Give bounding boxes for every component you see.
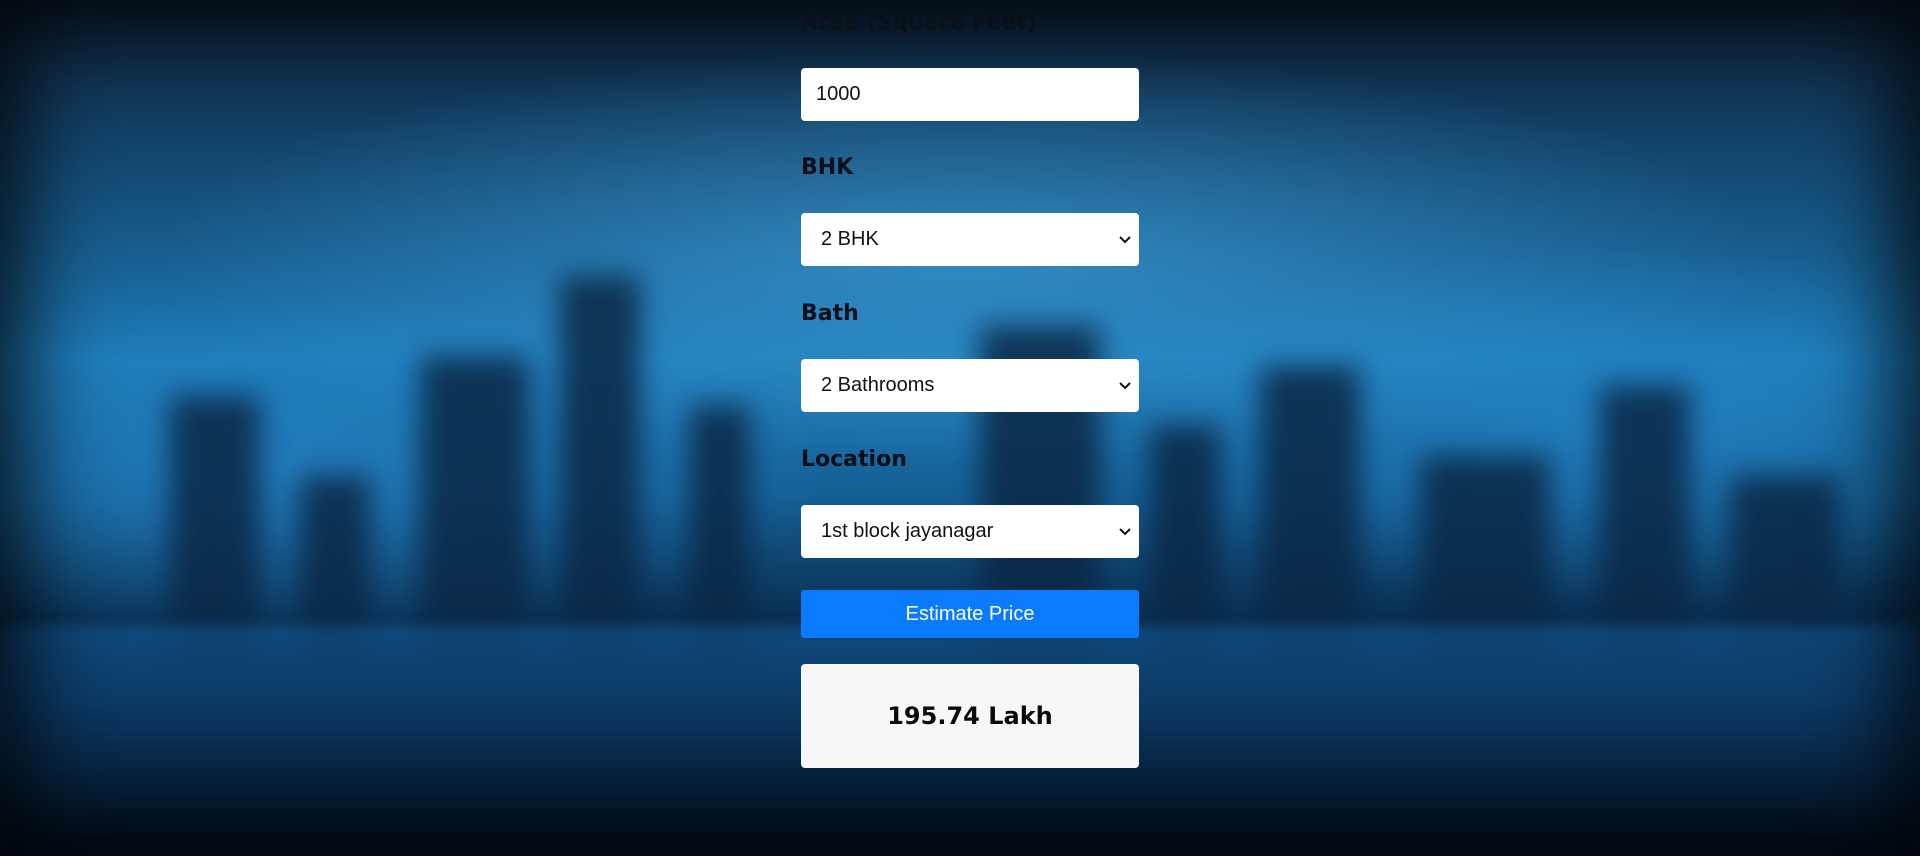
location-selected-value: 1st block jayanagar bbox=[821, 520, 994, 542]
estimated-price-result: 195.74 Lakh bbox=[801, 664, 1139, 768]
location-select[interactable]: 1st block jayanagar bbox=[801, 505, 1139, 558]
bhk-select[interactable]: 2 BHK bbox=[801, 213, 1139, 266]
area-input[interactable]: 1000 bbox=[801, 68, 1139, 121]
chevron-down-icon bbox=[1119, 380, 1131, 392]
estimate-price-button[interactable]: Estimate Price bbox=[801, 590, 1139, 638]
chevron-down-icon bbox=[1119, 234, 1131, 246]
bath-label: Bath bbox=[801, 301, 859, 326]
location-label: Location bbox=[801, 447, 907, 472]
area-label: Area (Square Feet) bbox=[801, 10, 1037, 35]
chevron-down-icon bbox=[1119, 526, 1131, 538]
estimated-price-text: 195.74 Lakh bbox=[887, 702, 1053, 730]
bhk-label: BHK bbox=[801, 155, 854, 180]
bath-select[interactable]: 2 Bathrooms bbox=[801, 359, 1139, 412]
bhk-selected-value: 2 BHK bbox=[821, 228, 879, 250]
bath-selected-value: 2 Bathrooms bbox=[821, 374, 935, 396]
